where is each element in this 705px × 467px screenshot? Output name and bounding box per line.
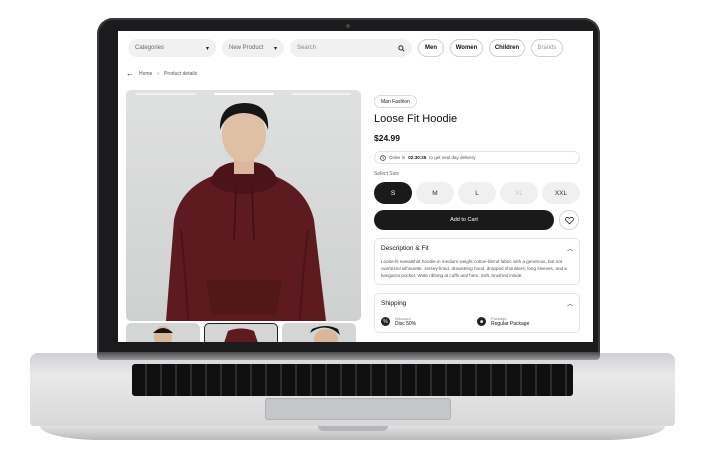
wishlist-button[interactable]: [559, 210, 579, 230]
category-tag[interactable]: Man Fashion: [374, 95, 417, 108]
image-pagination: [126, 93, 361, 95]
laptop-keyboard: [132, 364, 573, 396]
chevron-up-icon[interactable]: ︿: [567, 244, 573, 253]
heart-icon: [564, 216, 574, 224]
categories-label: Categories: [135, 45, 165, 51]
package-info: ■ Package Regular Package: [477, 316, 573, 327]
search-input[interactable]: Search: [290, 39, 412, 57]
product-title: Loose Fit Hoodie: [374, 113, 458, 125]
size-option-s[interactable]: S: [374, 182, 412, 204]
search-icon: [398, 44, 405, 52]
new-product-label: New Product: [229, 45, 264, 51]
size-label: Select Size: [374, 171, 400, 177]
filter-women[interactable]: Women: [450, 39, 483, 57]
thumbnail-3[interactable]: [282, 323, 356, 342]
top-bar: Categories ▾ New Product ▾ Search Men Wo…: [128, 38, 583, 58]
product-price: $24.99: [374, 133, 400, 143]
back-arrow-icon[interactable]: ←: [126, 69, 134, 78]
size-option-l[interactable]: L: [458, 182, 496, 204]
thumbnail-strip: [126, 323, 361, 342]
clock-icon: [380, 154, 386, 161]
thumbnail-profile-image: [310, 326, 340, 342]
breadcrumb-current: Product details: [164, 70, 198, 77]
shipping-title: Shipping: [381, 300, 407, 308]
size-option-m[interactable]: M: [416, 182, 454, 204]
description-title: Description & Fit: [381, 245, 429, 252]
page-dot[interactable]: [136, 93, 196, 95]
description-text: Loose-fit sweatshirt hoodie in medium we…: [381, 259, 567, 279]
filter-men[interactable]: Men: [418, 39, 444, 57]
chevron-down-icon: ▾: [205, 45, 209, 52]
discount-icon: %: [381, 317, 390, 327]
filter-children[interactable]: Children: [489, 39, 525, 57]
page-dot-active[interactable]: [213, 93, 274, 95]
shipping-details: % Discount Disc 50% ■ Package Regular Pa…: [381, 316, 573, 327]
app-screen: Categories ▾ New Product ▾ Search Men Wo…: [118, 31, 593, 342]
product-info-panel: Man Fashion Loose Fit Hoodie $24.99 Orde…: [374, 90, 580, 334]
add-to-cart-button[interactable]: Add to Cart: [374, 210, 554, 230]
thumbnail-1[interactable]: [126, 323, 200, 342]
shipping-header[interactable]: Shipping ︿: [381, 299, 573, 308]
categories-dropdown[interactable]: Categories ▾: [128, 39, 216, 57]
package-icon: ■: [477, 317, 486, 327]
delivery-prefix: Order in: [389, 155, 406, 160]
thumbnail-face-image: [153, 326, 173, 342]
new-product-dropdown[interactable]: New Product ▾: [222, 39, 284, 57]
search-placeholder: Search: [297, 45, 317, 51]
size-option-xxl[interactable]: XXL: [542, 182, 580, 204]
filter-brands[interactable]: Brands: [531, 39, 563, 57]
discount-info: % Discount Disc 50%: [381, 316, 477, 327]
description-header[interactable]: Description & Fit ︿: [381, 244, 573, 253]
cart-row: Add to Cart: [374, 210, 580, 230]
laptop-hinge: [97, 352, 600, 360]
product-image[interactable]: [126, 90, 361, 321]
discount-value: Disc 50%: [395, 321, 417, 328]
page-dot[interactable]: [291, 93, 351, 95]
description-card: Description & Fit ︿ Loose-fit sweatshirt…: [374, 238, 580, 286]
delivery-suffix: to get next day delivery: [429, 155, 476, 160]
model-photo: [166, 103, 326, 321]
delivery-countdown: 02:30:25: [408, 155, 427, 160]
laptop-trackpad: [265, 398, 451, 420]
chevron-down-icon: ▾: [273, 45, 277, 52]
breadcrumb-home[interactable]: Home: [139, 71, 152, 77]
thumbnail-2[interactable]: [204, 323, 278, 342]
breadcrumb: ← Home › Product details: [126, 69, 197, 78]
laptop-notch: [318, 426, 388, 431]
package-value: Regular Package: [491, 321, 530, 328]
shipping-card: Shipping ︿ % Discount Disc 50% ■ Package…: [374, 293, 580, 334]
laptop-mockup: Categories ▾ New Product ▾ Search Men Wo…: [0, 0, 705, 467]
breadcrumb-separator: ›: [157, 70, 160, 77]
chevron-up-icon[interactable]: ︿: [567, 299, 573, 308]
delivery-notice: Order in 02:30:25 to get next day delive…: [374, 151, 580, 164]
size-selector: S M L XL XXL: [374, 182, 580, 204]
size-option-xl[interactable]: XL: [500, 182, 538, 204]
thumbnail-hoodie-image: [224, 328, 258, 342]
webcam: [346, 24, 350, 28]
